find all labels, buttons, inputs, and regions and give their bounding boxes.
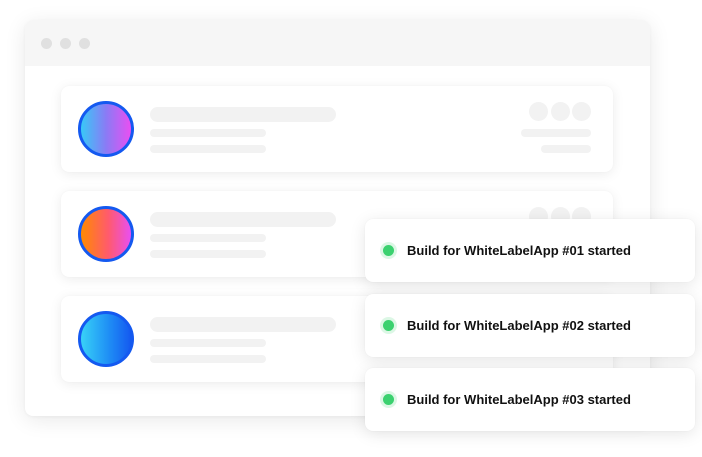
placeholder-action-dot <box>529 102 548 121</box>
notification-text: Build for WhiteLabelApp #02 started <box>407 318 631 333</box>
build-notification[interactable]: Build for WhiteLabelApp #03 started <box>365 368 695 431</box>
placeholder-meta-line <box>521 129 591 137</box>
notification-text: Build for WhiteLabelApp #03 started <box>407 392 631 407</box>
build-notification[interactable]: Build for WhiteLabelApp #02 started <box>365 294 695 357</box>
project-avatar <box>78 311 134 367</box>
placeholder-action-dot <box>572 102 591 121</box>
placeholder-title <box>150 212 336 227</box>
window-titlebar <box>25 20 650 66</box>
placeholder-action-dot <box>551 102 570 121</box>
placeholder-line <box>150 234 266 242</box>
notification-text: Build for WhiteLabelApp #01 started <box>407 243 631 258</box>
build-notification[interactable]: Build for WhiteLabelApp #01 started <box>365 219 695 282</box>
placeholder-line <box>150 339 266 347</box>
placeholder-line <box>150 129 266 137</box>
placeholder-line <box>150 355 266 363</box>
placeholder-line <box>150 145 266 153</box>
window-close-button[interactable] <box>41 38 52 49</box>
status-running-icon <box>383 245 394 256</box>
status-running-icon <box>383 320 394 331</box>
project-avatar <box>78 206 134 262</box>
window-maximize-button[interactable] <box>79 38 90 49</box>
status-running-icon <box>383 394 394 405</box>
placeholder-title <box>150 317 336 332</box>
illustration-stage: Build for WhiteLabelApp #01 started Buil… <box>0 0 702 457</box>
placeholder-title <box>150 107 336 122</box>
project-avatar <box>78 101 134 157</box>
placeholder-line <box>150 250 266 258</box>
window-minimize-button[interactable] <box>60 38 71 49</box>
placeholder-meta-line <box>541 145 591 153</box>
project-card-1[interactable] <box>61 86 613 172</box>
